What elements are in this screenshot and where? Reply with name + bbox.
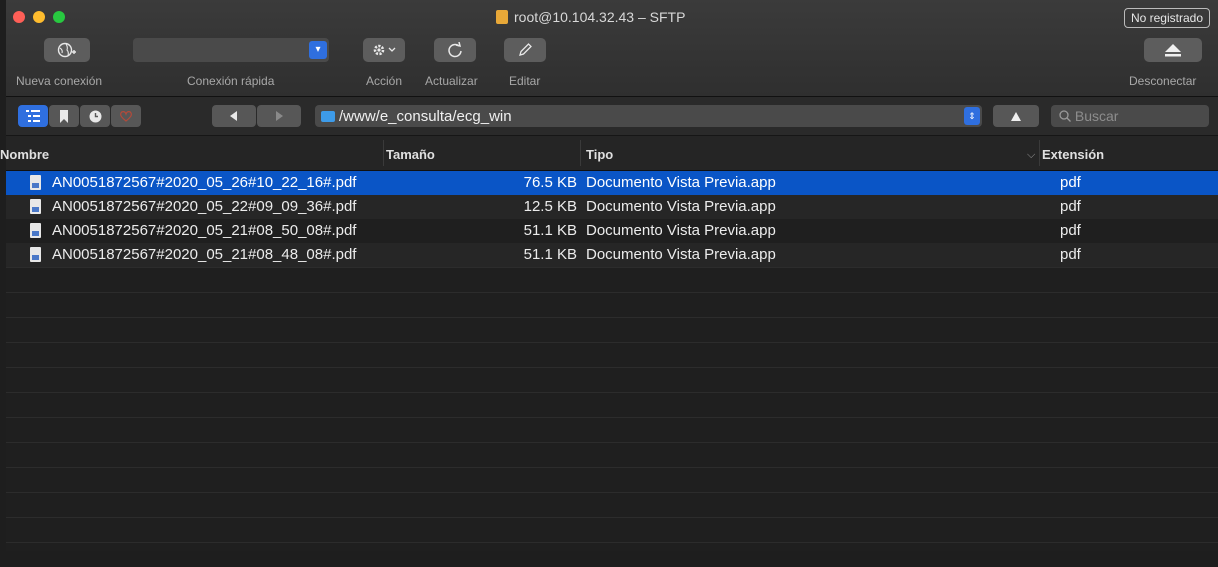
pdf-file-icon bbox=[30, 247, 41, 262]
new-connection-button[interactable] bbox=[44, 38, 90, 62]
pdf-file-icon bbox=[30, 199, 41, 214]
sort-chevron-icon[interactable]: ⌵ bbox=[1027, 149, 1035, 162]
action-label: Acción bbox=[366, 74, 403, 88]
quick-connect-label: Conexión rápida bbox=[187, 74, 275, 88]
column-size[interactable]: Tamaño bbox=[386, 147, 435, 162]
heart-icon bbox=[120, 111, 132, 122]
file-name: AN0051872567#2020_05_22#09_09_36#.pdf bbox=[52, 198, 357, 215]
zoom-button[interactable] bbox=[53, 11, 65, 23]
disconnect-button[interactable] bbox=[1144, 38, 1202, 62]
title-toolbar: root@10.104.32.43 – SFTP No registrado N… bbox=[6, 0, 1218, 97]
empty-row bbox=[6, 542, 1218, 567]
file-type: Documento Vista Previa.app bbox=[586, 198, 776, 215]
file-type: Documento Vista Previa.app bbox=[586, 174, 776, 191]
empty-row bbox=[6, 342, 1218, 367]
chevron-down-icon[interactable]: ▾ bbox=[309, 41, 327, 59]
column-type[interactable]: Tipo bbox=[586, 147, 613, 162]
bookmark-icon bbox=[60, 109, 68, 123]
pencil-icon bbox=[519, 43, 532, 56]
table-row[interactable]: AN0051872567#2020_05_21#08_48_08#.pdf 51… bbox=[6, 243, 1218, 267]
column-separator[interactable] bbox=[1039, 140, 1040, 166]
column-extension[interactable]: Extensión bbox=[1042, 147, 1104, 162]
refresh-icon bbox=[448, 42, 462, 58]
navigation-bar: /www/e_consulta/ecg_win ⇕ Buscar bbox=[6, 97, 1218, 136]
file-extension: pdf bbox=[1060, 222, 1081, 239]
eject-icon bbox=[1165, 44, 1181, 57]
empty-row bbox=[6, 367, 1218, 392]
unregistered-badge[interactable]: No registrado bbox=[1123, 8, 1210, 28]
empty-row bbox=[6, 517, 1218, 542]
file-size: 12.5 KB bbox=[523, 198, 577, 215]
search-field[interactable]: Buscar bbox=[1051, 105, 1209, 127]
history-button[interactable] bbox=[80, 105, 110, 127]
list-view-button[interactable] bbox=[18, 105, 48, 127]
column-separator[interactable] bbox=[580, 140, 581, 166]
up-arrow-icon bbox=[1011, 111, 1021, 121]
back-button[interactable] bbox=[212, 105, 256, 127]
file-name: AN0051872567#2020_05_26#10_22_16#.pdf bbox=[52, 174, 357, 191]
globe-plus-icon bbox=[57, 42, 76, 58]
search-icon bbox=[1059, 110, 1071, 122]
new-connection-label: Nueva conexión bbox=[16, 74, 103, 88]
file-size: 51.1 KB bbox=[523, 222, 577, 239]
back-arrow-icon bbox=[230, 111, 237, 121]
current-path: /www/e_consulta/ecg_win bbox=[339, 107, 512, 125]
file-table-header: Nombre Tamaño Tipo ⌵ Extensión bbox=[0, 136, 1218, 171]
empty-row bbox=[6, 392, 1218, 417]
table-row[interactable]: AN0051872567#2020_05_21#08_50_08#.pdf 51… bbox=[6, 219, 1218, 243]
empty-row bbox=[6, 442, 1218, 467]
quick-connect-combo[interactable]: ▾ bbox=[133, 38, 329, 62]
file-type: Documento Vista Previa.app bbox=[586, 222, 776, 239]
file-size: 76.5 KB bbox=[523, 174, 577, 191]
search-placeholder: Buscar bbox=[1074, 108, 1119, 124]
bookmarks-button[interactable] bbox=[49, 105, 79, 127]
window-title-text: root@10.104.32.43 – SFTP bbox=[514, 9, 686, 25]
bonjour-button[interactable] bbox=[111, 105, 141, 127]
file-extension: pdf bbox=[1060, 174, 1081, 191]
empty-row bbox=[6, 492, 1218, 517]
file-size: 51.1 KB bbox=[523, 246, 577, 263]
parent-directory-button[interactable] bbox=[993, 105, 1039, 127]
close-button[interactable] bbox=[13, 11, 25, 23]
column-name[interactable]: Nombre bbox=[0, 147, 49, 162]
file-name: AN0051872567#2020_05_21#08_50_08#.pdf bbox=[52, 222, 357, 239]
table-row[interactable]: AN0051872567#2020_05_26#10_22_16#.pdf 76… bbox=[6, 171, 1218, 195]
pdf-file-icon bbox=[30, 175, 41, 190]
table-row[interactable]: AN0051872567#2020_05_22#09_09_36#.pdf 12… bbox=[6, 195, 1218, 219]
file-list: AN0051872567#2020_05_26#10_22_16#.pdf 76… bbox=[6, 171, 1218, 567]
gear-icon bbox=[373, 44, 396, 56]
column-separator[interactable] bbox=[383, 140, 384, 166]
refresh-label: Actualizar bbox=[425, 74, 478, 88]
empty-row bbox=[6, 292, 1218, 317]
empty-row bbox=[6, 317, 1218, 342]
refresh-button[interactable] bbox=[434, 38, 476, 62]
window-title: root@10.104.32.43 – SFTP bbox=[496, 9, 685, 25]
file-extension: pdf bbox=[1060, 198, 1081, 215]
clock-icon bbox=[89, 110, 101, 122]
forward-arrow-icon bbox=[276, 111, 283, 121]
file-type: Documento Vista Previa.app bbox=[586, 246, 776, 263]
minimize-button[interactable] bbox=[33, 11, 45, 23]
file-extension: pdf bbox=[1060, 246, 1081, 263]
sftp-window: root@10.104.32.43 – SFTP No registrado N… bbox=[0, 0, 1218, 551]
document-icon bbox=[496, 10, 508, 24]
path-selector[interactable]: /www/e_consulta/ecg_win ⇕ bbox=[315, 105, 982, 127]
disconnect-label: Desconectar bbox=[1129, 74, 1197, 88]
outline-view-icon bbox=[26, 110, 40, 122]
folder-icon bbox=[321, 110, 335, 122]
forward-button[interactable] bbox=[257, 105, 301, 127]
empty-row bbox=[6, 417, 1218, 442]
file-name: AN0051872567#2020_05_21#08_48_08#.pdf bbox=[52, 246, 357, 263]
edit-label: Editar bbox=[509, 74, 541, 88]
pdf-file-icon bbox=[30, 223, 41, 238]
path-stepper-icon[interactable]: ⇕ bbox=[964, 107, 980, 125]
empty-row bbox=[6, 467, 1218, 492]
edit-button[interactable] bbox=[504, 38, 546, 62]
action-button[interactable] bbox=[363, 38, 405, 62]
empty-row bbox=[6, 267, 1218, 292]
